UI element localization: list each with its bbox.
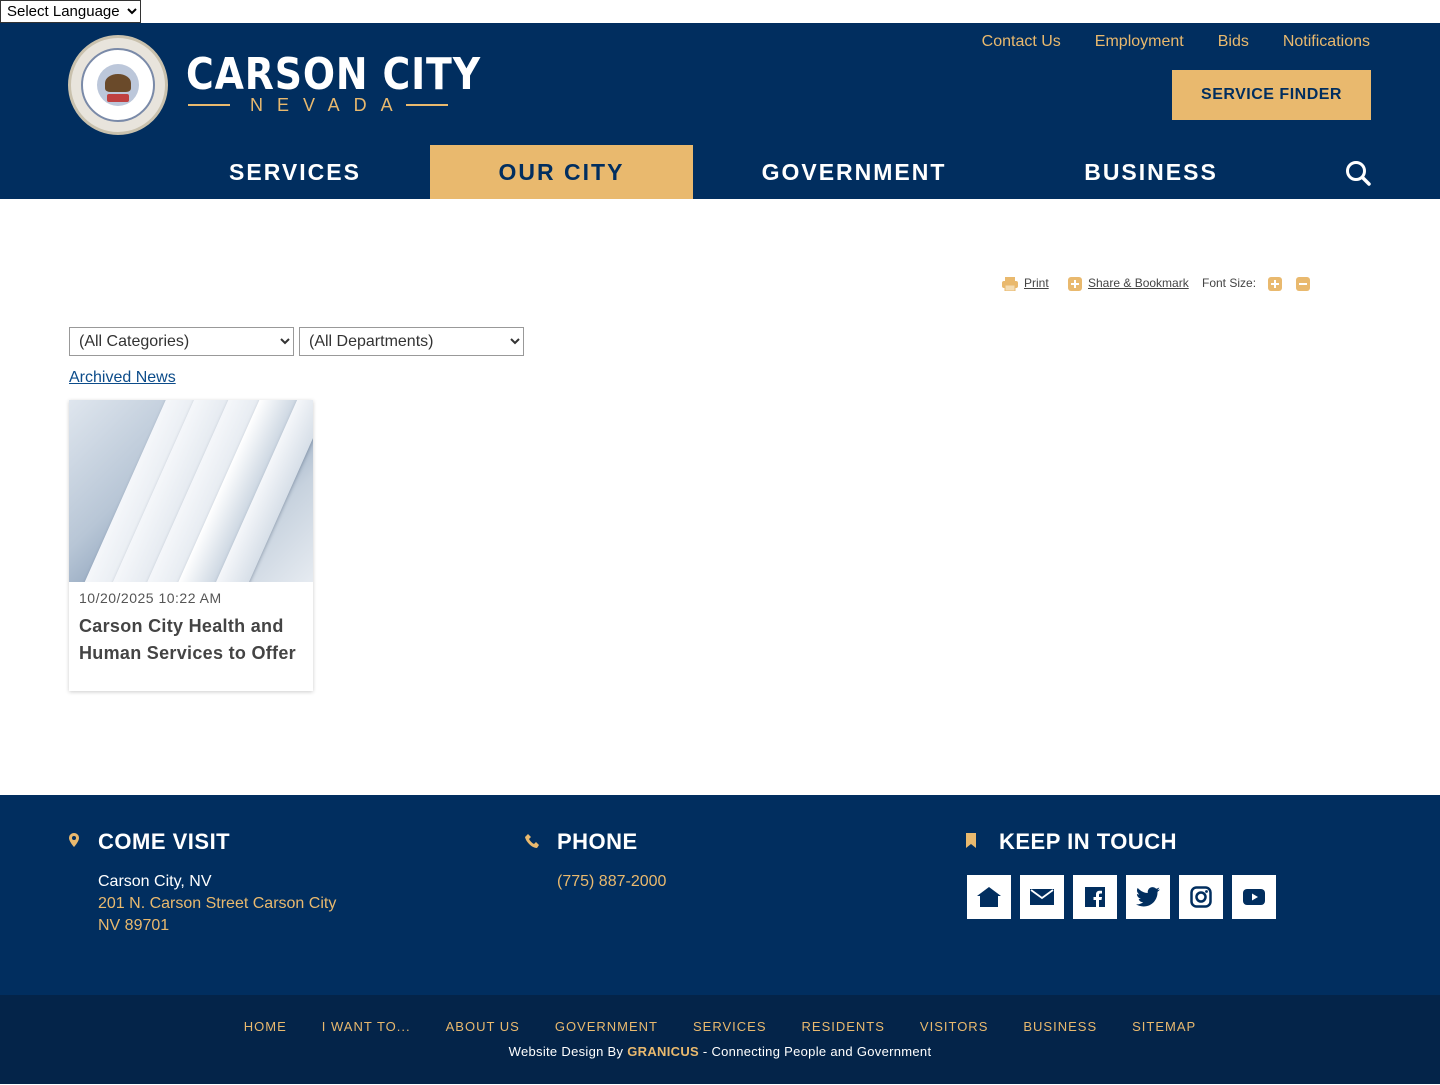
bottom-link-visitors[interactable]: VISITORS — [920, 1019, 988, 1034]
map-pin-icon — [69, 833, 79, 852]
news-card[interactable]: 10/20/2025 10:22 AM Carson City Health a… — [69, 400, 313, 691]
news-title[interactable]: Carson City Health and Human Services to… — [79, 613, 305, 667]
site-credit: Website Design By GRANICUS - Connecting … — [0, 1044, 1440, 1059]
news-date: 10/20/2025 10:22 AM — [79, 590, 222, 606]
state-name: NEVADA — [250, 95, 407, 115]
footer-keep-in-touch: KEEP IN TOUCH — [966, 829, 1177, 855]
main-content: Print Share & Bookmark Font Size: (All C… — [0, 199, 1440, 795]
bottom-link-home[interactable]: HOME — [244, 1019, 287, 1034]
footer-phone-link[interactable]: (775) 887-2000 — [557, 871, 666, 893]
util-link-bids[interactable]: Bids — [1218, 32, 1249, 52]
category-filter-select[interactable]: (All Categories) — [69, 327, 294, 356]
footer-visit-heading: COME VISIT — [98, 829, 231, 854]
email-icon[interactable] — [1020, 875, 1064, 919]
bottom-link-about-us[interactable]: ABOUT US — [446, 1019, 520, 1034]
nav-item-government[interactable]: GOVERNMENT — [693, 145, 1015, 199]
font-size-label: Font Size: — [1202, 276, 1257, 290]
site-title[interactable]: CARSON CITY — [186, 51, 481, 99]
font-increase-icon[interactable] — [1268, 277, 1282, 291]
util-link-employment[interactable]: Employment — [1095, 32, 1184, 52]
bottom-link-business[interactable]: BUSINESS — [1023, 1019, 1097, 1034]
instagram-icon[interactable] — [1179, 875, 1223, 919]
social-links — [967, 875, 1276, 919]
service-finder-button[interactable]: SERVICE FINDER — [1172, 70, 1371, 120]
department-filter-select[interactable]: (All Departments) — [299, 327, 524, 356]
bookmark-icon — [966, 833, 976, 853]
footer-phone: PHONE (775) 887-2000 — [525, 829, 666, 893]
seal-core — [97, 64, 139, 106]
seal-ring — [81, 48, 155, 122]
bottom-link-services[interactable]: SERVICES — [693, 1019, 767, 1034]
site-footer: COME VISIT Carson City, NV 201 N. Carson… — [0, 795, 1440, 995]
site-header: CARSON CITY NEVADA Contact Us Employment… — [0, 23, 1440, 199]
footer-city: Carson City, NV — [98, 873, 212, 890]
footer-visit: COME VISIT Carson City, NV 201 N. Carson… — [69, 829, 336, 937]
util-link-notifications[interactable]: Notifications — [1283, 32, 1370, 52]
phone-icon — [525, 833, 541, 854]
site-subtitle: NEVADA — [188, 95, 448, 115]
home-icon[interactable] — [967, 875, 1011, 919]
bottom-link-sitemap[interactable]: SITEMAP — [1132, 1019, 1196, 1034]
bottom-bar: HOME I WANT TO... ABOUT US GOVERNMENT SE… — [0, 995, 1440, 1084]
print-link[interactable]: Print — [1024, 276, 1049, 290]
seal-eagle-icon — [105, 74, 131, 92]
nav-item-services[interactable]: SERVICES — [162, 145, 428, 199]
main-nav: SERVICES OUR CITY GOVERNMENT BUSINESS — [0, 145, 1440, 199]
twitter-icon[interactable] — [1126, 875, 1170, 919]
bottom-link-i-want-to[interactable]: I WANT TO... — [322, 1019, 411, 1034]
subtitle-rule-left — [188, 104, 230, 106]
plus-box-icon — [1068, 277, 1082, 291]
footer-phone-heading: PHONE — [557, 829, 638, 854]
bottom-link-residents[interactable]: RESIDENTS — [802, 1019, 885, 1034]
bottom-link-government[interactable]: GOVERNMENT — [555, 1019, 658, 1034]
facebook-icon[interactable] — [1073, 875, 1117, 919]
footer-zip-link[interactable]: NV 89701 — [98, 915, 336, 937]
bottom-nav: HOME I WANT TO... ABOUT US GOVERNMENT SE… — [0, 1019, 1440, 1034]
search-icon[interactable] — [1344, 159, 1372, 187]
printer-icon — [1002, 277, 1018, 294]
archived-news-link[interactable]: Archived News — [69, 369, 176, 387]
font-decrease-icon[interactable] — [1296, 277, 1310, 291]
credit-suffix: - Connecting People and Government — [699, 1044, 932, 1059]
language-select[interactable]: Select Language — [0, 0, 141, 23]
footer-street-link[interactable]: 201 N. Carson Street Carson City — [98, 893, 336, 915]
utility-nav: Contact Us Employment Bids Notifications — [982, 32, 1370, 52]
util-link-contact-us[interactable]: Contact Us — [982, 32, 1061, 52]
share-bookmark-link[interactable]: Share & Bookmark — [1088, 276, 1189, 290]
language-bar: Select Language — [0, 0, 1440, 23]
credit-prefix: Website Design By — [508, 1044, 628, 1059]
youtube-icon[interactable] — [1232, 875, 1276, 919]
footer-touch-heading: KEEP IN TOUCH — [999, 829, 1178, 854]
granicus-link[interactable]: GRANICUS — [627, 1044, 699, 1059]
news-image — [69, 400, 313, 582]
nav-item-our-city[interactable]: OUR CITY — [430, 145, 693, 199]
subtitle-rule-right — [406, 104, 448, 106]
nav-item-business[interactable]: BUSINESS — [1015, 145, 1287, 199]
city-seal-logo[interactable] — [68, 35, 168, 135]
seal-banner — [107, 94, 129, 102]
